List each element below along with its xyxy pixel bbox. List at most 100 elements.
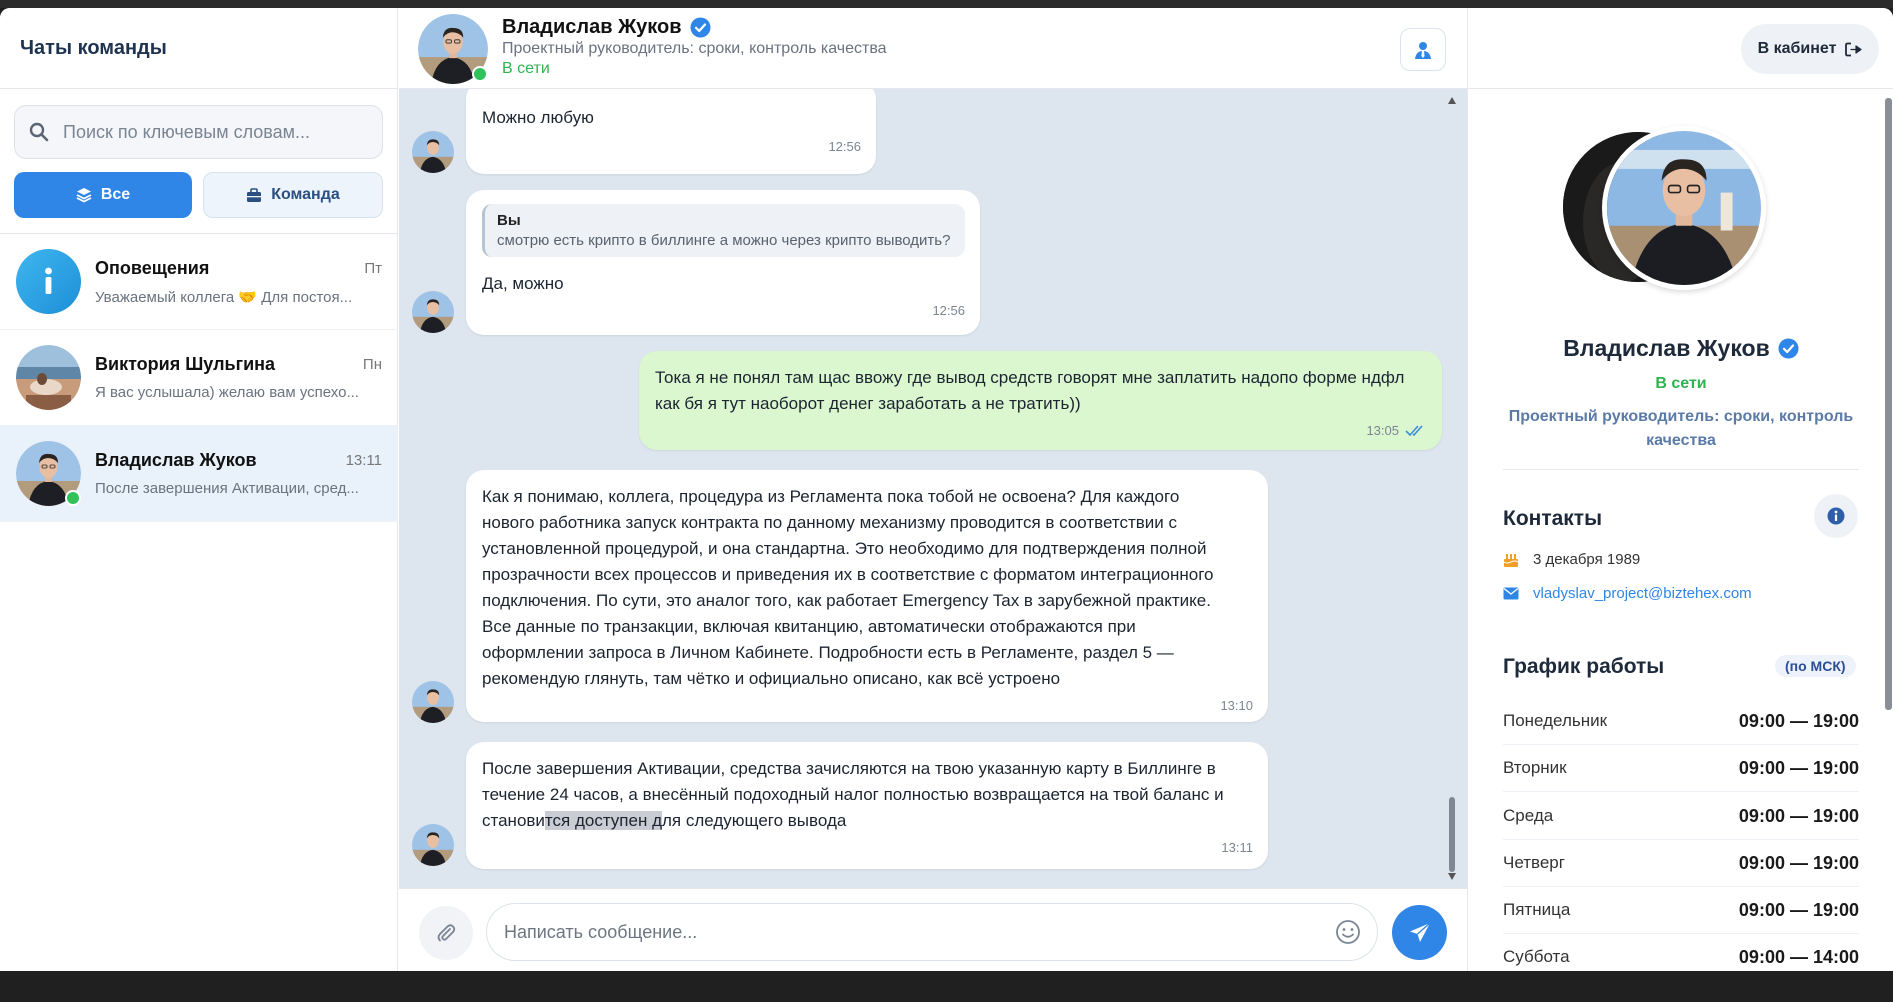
- app-window: Чаты команды Все Команда: [0, 8, 1893, 971]
- chat-header-name-row: Владислав Жуков: [502, 16, 711, 39]
- scroll-down-arrow[interactable]: [1448, 873, 1456, 880]
- message-outgoing: Тока я не понял там щас ввожу где вывод …: [639, 351, 1442, 450]
- chat-item-notifications[interactable]: Оповещения Пт Уважаемый коллега 🤝 Для по…: [0, 234, 398, 330]
- schedule-day: Вторник: [1503, 758, 1567, 777]
- chat-panel: Владислав Жуков Проектный руководитель: …: [399, 8, 1467, 971]
- profile-photo[interactable]: [1602, 126, 1766, 290]
- photo-vladislav: [412, 681, 454, 723]
- chat-time: Пн: [362, 356, 382, 373]
- schedule-day: Понедельник: [1503, 711, 1608, 730]
- schedule-time: 09:00 — 19:00: [1738, 899, 1859, 920]
- message-avatar: [412, 291, 454, 333]
- chat-header-name: Владислав Жуков: [502, 16, 682, 38]
- profile-panel: В кабинет Владислав Жуков В сети Проектн…: [1467, 8, 1893, 971]
- profile-status: В сети: [1655, 375, 1707, 392]
- message-incoming: Вы смотрю есть крипто в биллинге а можно…: [466, 190, 980, 335]
- message-time: 13:05: [1366, 423, 1399, 438]
- message-time: 13:10: [1220, 698, 1253, 713]
- schedule-time: 09:00 — 19:00: [1738, 852, 1859, 873]
- sidebar-title: Чаты команды: [20, 36, 167, 59]
- avatar: [16, 249, 81, 314]
- chat-header-role: Проектный руководитель: сроки, контроль …: [502, 40, 887, 57]
- message-text-line: Тока я не понял там щас ввожу где вывод …: [655, 368, 1405, 387]
- message-text-line: нового работника запуск контракта по дан…: [482, 513, 1178, 532]
- message-meta: 13:10: [482, 698, 1253, 713]
- photo-vladislav: [412, 824, 454, 866]
- emoji-icon[interactable]: [1335, 919, 1361, 945]
- message-incoming: Можно любую 12:56: [466, 89, 876, 174]
- double-check-icon: [1405, 424, 1423, 436]
- chat-item-viktoria[interactable]: Виктория Шульгина Пн Я вас услышала) жел…: [0, 330, 398, 426]
- schedule-time: 09:00 — 19:00: [1738, 805, 1859, 826]
- message-text-line: подключения. По сути, это аналог того, к…: [482, 591, 1211, 610]
- message-text-line: течение 24 часов, а внесённый подоходный…: [482, 785, 1224, 804]
- attach-button[interactable]: [419, 906, 473, 960]
- message-text-line: Как я понимаю, коллега, процедура из Рег…: [482, 487, 1180, 506]
- schedule-row: Четверг 09:00 — 19:00: [1503, 840, 1859, 887]
- briefcase-icon: [247, 187, 262, 202]
- photo-viktoria: [16, 345, 81, 410]
- search-box[interactable]: [14, 105, 383, 159]
- avatar: [16, 345, 81, 410]
- message-list[interactable]: Можно любую 12:56 Вы смотрю есть крипто …: [399, 89, 1467, 888]
- schedule-row: Пятница 09:00 — 19:00: [1503, 887, 1859, 934]
- chat-item-vladislav[interactable]: Владислав Жуков 13:11 После завершения А…: [0, 426, 398, 522]
- contacts-info-button[interactable]: [1814, 494, 1858, 538]
- photo-vladislav: [1607, 131, 1761, 285]
- verified-icon: [1778, 338, 1799, 359]
- chat-header-avatar[interactable]: [418, 14, 488, 84]
- message-time: 13:11: [1221, 840, 1253, 855]
- chat-time: Пт: [364, 259, 382, 277]
- message-text-line: установленной процедурой, и она стандарт…: [482, 539, 1207, 558]
- filter-all-label: Все: [100, 186, 131, 203]
- online-indicator: [472, 66, 488, 82]
- schedule-day: Суббота: [1503, 947, 1570, 966]
- send-button[interactable]: [1392, 905, 1447, 960]
- message-text: Да, можно: [482, 274, 564, 293]
- filter-team-button[interactable]: Команда: [203, 172, 383, 218]
- chat-name: Виктория Шульгина: [95, 354, 276, 374]
- schedule-row: Среда 09:00 — 19:00: [1503, 793, 1859, 840]
- chat-name: Владислав Жуков: [95, 450, 257, 470]
- schedule-row: Вторник 09:00 — 19:00: [1503, 745, 1859, 792]
- avatar: [16, 441, 81, 506]
- schedule-time: 09:00 — 19:00: [1738, 757, 1859, 778]
- scroll-up-arrow[interactable]: [1448, 97, 1456, 104]
- profile-scrollbar[interactable]: [1885, 98, 1893, 710]
- profile-role: Проектный руководитель: сроки, контроль …: [1508, 408, 1854, 449]
- chat-name: Оповещения: [95, 257, 210, 278]
- chat-preview: Я вас услышала) желаю вам успехо...: [95, 384, 359, 401]
- email-row: vladyslav_project@biztehex.com: [1503, 585, 1752, 602]
- message-meta: 12:56: [482, 139, 861, 154]
- scroll-thumb[interactable]: [1449, 797, 1455, 872]
- message-input-box[interactable]: [486, 903, 1378, 961]
- cabinet-button[interactable]: В кабинет: [1741, 24, 1879, 74]
- message-text-part: станови: [482, 811, 545, 830]
- search-input[interactable]: [63, 121, 363, 143]
- message-text-line: становится доступен для следующего вывод…: [482, 808, 1253, 834]
- message-incoming: Как я понимаю, коллега, процедура из Рег…: [466, 470, 1268, 722]
- info-icon: [16, 249, 81, 314]
- user-tie-icon: [1415, 41, 1431, 59]
- birthday-text: 3 декабря 1989: [1533, 551, 1641, 568]
- message-text-part: ля следующего вывода: [662, 811, 847, 830]
- message-input[interactable]: [504, 921, 1304, 943]
- message-avatar: [412, 131, 454, 173]
- filter-all-button[interactable]: Все: [14, 172, 192, 218]
- message-avatar: [412, 824, 454, 866]
- message-text-line: как бя я тут наоборот денег заработать а…: [655, 394, 1081, 413]
- profile-name: Владислав Жуков: [1563, 335, 1770, 361]
- schedule-timezone-badge: (по МСК): [1775, 655, 1856, 677]
- email-link[interactable]: vladyslav_project@biztehex.com: [1533, 585, 1752, 602]
- scroll-thumb[interactable]: [1885, 98, 1892, 710]
- search-icon: [29, 122, 49, 142]
- sign-out-icon: [1845, 42, 1863, 56]
- toggle-profile-button[interactable]: [1400, 28, 1446, 71]
- message-scrollbar[interactable]: [1447, 97, 1457, 880]
- envelope-icon: [1503, 587, 1519, 600]
- message-text-line: прозрачности всех процессов и приведения…: [482, 565, 1214, 584]
- sidebar-header: Чаты команды: [0, 8, 397, 89]
- birthday-cake-icon: [1503, 554, 1519, 567]
- message-text-line: рекомендую глянуть, там чётко и официаль…: [482, 669, 1061, 688]
- photo-vladislav: [412, 131, 454, 173]
